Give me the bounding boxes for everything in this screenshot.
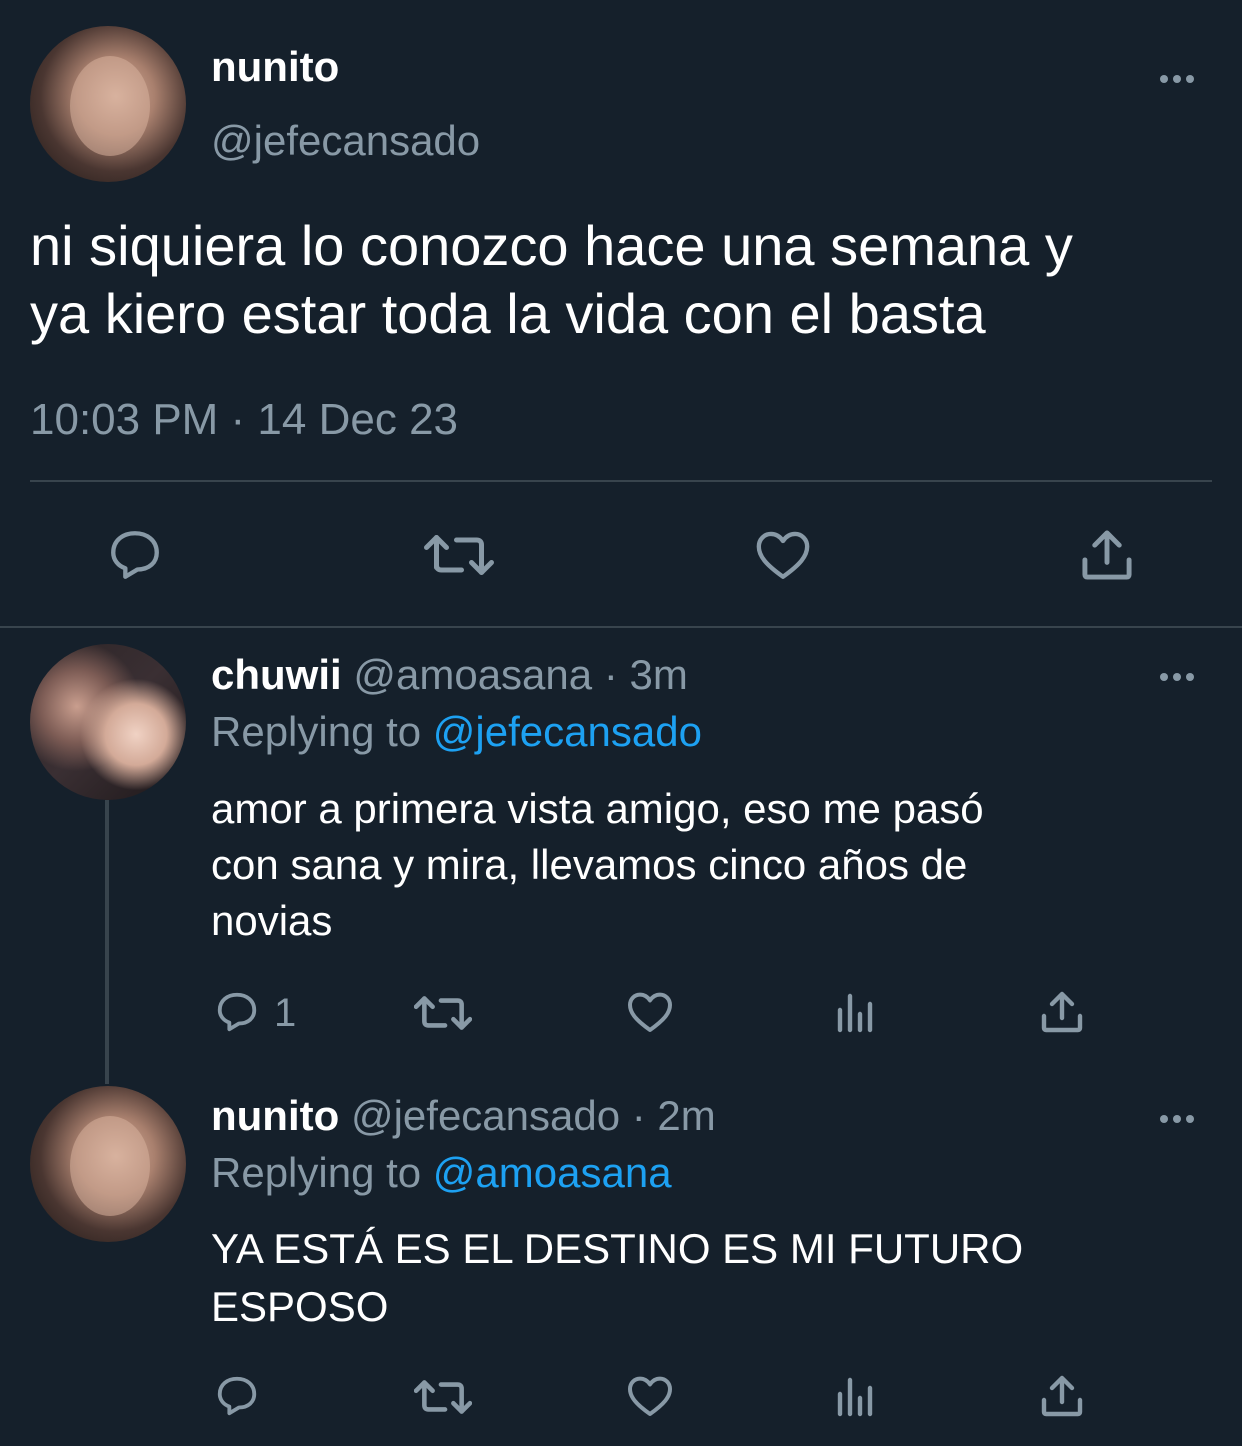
avatar[interactable] [30, 1086, 186, 1242]
like-icon[interactable] [626, 1374, 674, 1418]
share-icon[interactable] [1040, 1374, 1084, 1418]
retweet-icon[interactable] [414, 992, 472, 1034]
tweet-text: ni siquiera lo conozco hace una semana y… [30, 212, 1073, 348]
mention-link[interactable]: @amoasana [433, 1149, 672, 1196]
timestamp[interactable]: 10:03 PM · 14 Dec 23 [30, 394, 458, 446]
like-icon[interactable] [626, 990, 674, 1034]
display-name[interactable]: nunito [211, 42, 339, 92]
reply-header: chuwii @amoasana · 3m [211, 650, 688, 700]
reply-count: 1 [274, 991, 297, 1035]
analytics-icon[interactable] [834, 1374, 878, 1418]
more-options-icon[interactable] [1160, 1110, 1200, 1123]
analytics-icon[interactable] [834, 990, 878, 1034]
replying-label: Replying to [211, 1149, 422, 1196]
more-options-icon[interactable] [1160, 70, 1200, 83]
avatar[interactable] [30, 644, 186, 800]
reply-header: nunito @jefecansado · 2m [211, 1091, 716, 1141]
reply-text-line: amor a primera vista amigo, eso me pasó [211, 785, 984, 832]
thread-line [105, 800, 109, 1084]
reply-icon[interactable] [214, 990, 260, 1034]
reply-text-line: con sana y mira, llevamos cinco años de [211, 841, 968, 888]
reply-text: YA ESTÁ ES EL DESTINO ES MI FUTURO ESPOS… [211, 1220, 1023, 1336]
display-name[interactable]: nunito [211, 1092, 339, 1139]
share-icon[interactable] [1080, 528, 1134, 582]
avatar-face [70, 56, 150, 156]
handle[interactable]: @amoasana [353, 651, 592, 698]
time-ago[interactable]: · 2m [632, 1092, 716, 1139]
display-name[interactable]: chuwii [211, 651, 342, 698]
avatar-face [70, 1116, 150, 1216]
reply-icon[interactable] [214, 1374, 260, 1418]
retweet-icon[interactable] [414, 1376, 472, 1418]
divider [30, 480, 1212, 482]
reply-text-line: YA ESTÁ ES EL DESTINO ES MI FUTURO [211, 1225, 1024, 1272]
reply-icon[interactable] [106, 528, 164, 582]
replying-label: Replying to [211, 708, 422, 755]
replying-to: Replying to @amoasana [211, 1148, 672, 1198]
replying-to: Replying to @jefecansado [211, 707, 702, 757]
tweet-text-line: ni siquiera lo conozco hace una semana y [30, 214, 1073, 277]
tweet-text-line: ya kiero estar toda la vida con el basta [30, 282, 986, 345]
time-ago[interactable]: · 3m [604, 651, 688, 698]
avatar[interactable] [30, 26, 186, 182]
like-icon[interactable] [754, 528, 812, 582]
divider [0, 626, 1242, 628]
mention-link[interactable]: @jefecansado [433, 708, 702, 755]
reply-text-line: novias [211, 897, 333, 944]
reply-text: amor a primera vista amigo, eso me pasó … [211, 781, 984, 949]
reply-text-line: ESPOSO [211, 1283, 389, 1330]
retweet-icon[interactable] [424, 530, 494, 580]
more-options-icon[interactable] [1160, 668, 1200, 681]
handle[interactable]: @jefecansado [351, 1092, 620, 1139]
share-icon[interactable] [1040, 990, 1084, 1034]
handle[interactable]: @jefecansado [211, 116, 480, 166]
